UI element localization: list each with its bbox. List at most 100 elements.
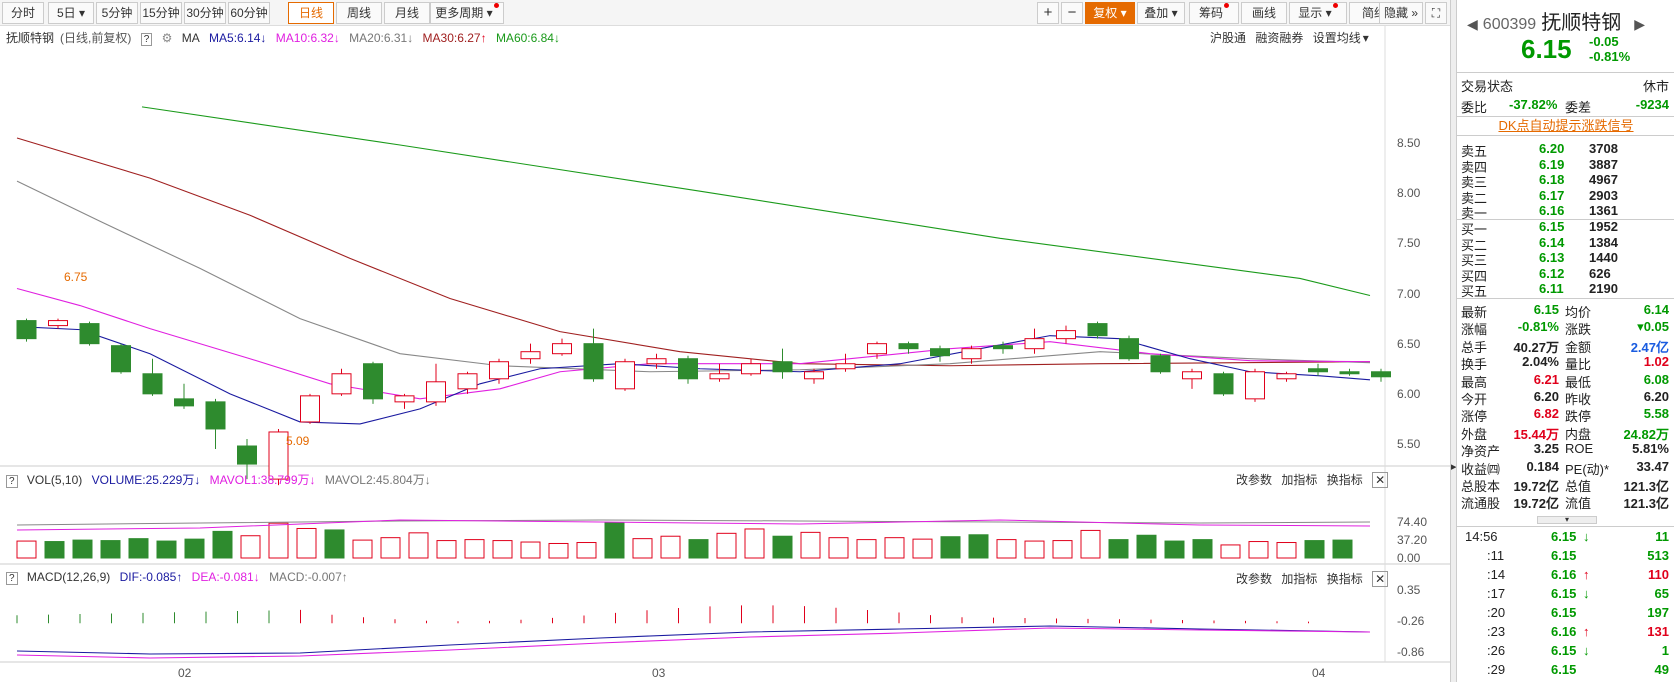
close-icon[interactable]: ✕: [1372, 571, 1389, 587]
fullscreen-button[interactable]: ⛶: [1425, 2, 1447, 24]
volume-bar: [44, 541, 65, 559]
stat-row: 总股本 19.72亿 总值 121.3亿: [1457, 476, 1674, 494]
volume-bar: [604, 522, 625, 559]
macd-title: MACD(12,26,9): [26, 570, 111, 584]
signal-link[interactable]: DK点自动提示涨跌信号: [1457, 116, 1674, 136]
margin-link[interactable]: 融资融券: [1255, 31, 1303, 45]
tick-row: :23 6.16 ↑ 131: [1457, 624, 1674, 640]
volume-bar: [828, 537, 849, 559]
period-5min-button[interactable]: 5分钟: [96, 2, 138, 24]
macd-params-button[interactable]: 改参数: [1236, 572, 1272, 586]
bid-volume: 626: [1589, 265, 1611, 281]
ask-row[interactable]: 卖四 6.19 3887: [1457, 157, 1674, 175]
volume-bar: [352, 539, 373, 559]
volume-bar: [1248, 541, 1269, 559]
ask-price: 6.17: [1539, 187, 1565, 203]
macd-add-indicator-button[interactable]: 加指标: [1281, 572, 1317, 586]
volume-bar: [1276, 542, 1297, 559]
help-icon[interactable]: ?: [6, 475, 18, 488]
chips-button[interactable]: 筹码: [1189, 2, 1239, 24]
period-30min-button[interactable]: 30分钟: [184, 2, 226, 24]
stat-label: 外盘: [1461, 426, 1488, 442]
vol-add-indicator-button[interactable]: 加指标: [1281, 473, 1317, 487]
chevron-down-icon: ▾: [1362, 31, 1369, 45]
overlay-button[interactable]: 叠加 ▾: [1137, 2, 1185, 24]
vol-params-button[interactable]: 改参数: [1236, 473, 1272, 487]
ask-row[interactable]: 卖三 6.18 4967: [1457, 172, 1674, 190]
stock-name: 抚顺特钢: [6, 31, 55, 45]
volume-bar: [1052, 540, 1073, 559]
ma-settings-link[interactable]: 设置均线: [1313, 31, 1361, 45]
next-stock-icon[interactable]: ▶: [1634, 16, 1645, 32]
period-5day-button[interactable]: 5日 ▾: [48, 2, 94, 24]
help-icon[interactable]: ?: [140, 33, 153, 46]
stat-value: 5.58: [1643, 406, 1669, 422]
bid-row[interactable]: 买四 6.12 626: [1457, 265, 1674, 284]
ask-row[interactable]: 卖一 6.16 1361: [1457, 203, 1674, 221]
tick-price: 6.15: [1551, 605, 1577, 620]
ask-row[interactable]: 卖二 6.17 2903: [1457, 187, 1674, 206]
tick-volume: 49: [1654, 662, 1669, 677]
period-fenshi-button[interactable]: 分时: [2, 2, 44, 24]
ma-label: MA: [181, 31, 200, 45]
stat-label: 净资产: [1461, 444, 1501, 460]
prev-stock-icon[interactable]: ◀: [1467, 16, 1478, 32]
bid-row[interactable]: 买二 6.14 1384: [1457, 234, 1674, 253]
stat-row: 今开 6.20 昨收 6.20: [1457, 389, 1674, 407]
ask-price: 6.18: [1539, 172, 1565, 188]
volume-bar: [156, 540, 177, 559]
zoom-out-button[interactable]: −: [1061, 2, 1083, 24]
bid-volume: 1440: [1589, 250, 1618, 266]
macd-tick: 0.35: [1397, 583, 1421, 597]
stat-row: 外盘 15.44万 内盘 24.82万: [1457, 424, 1674, 442]
period-daily-button[interactable]: 日线: [288, 2, 334, 24]
mavol2-line: [16, 519, 1371, 526]
draw-button[interactable]: 画线: [1241, 2, 1287, 24]
help-icon[interactable]: ?: [6, 572, 18, 585]
zoom-in-button[interactable]: +: [1037, 2, 1059, 24]
arrow-up-icon: ↑: [480, 31, 487, 45]
tick-volume: 131: [1647, 624, 1669, 639]
close-icon[interactable]: ✕: [1372, 472, 1389, 488]
period-monthly-button[interactable]: 月线: [384, 2, 430, 24]
stat-label: 涨幅: [1461, 322, 1488, 338]
bid-row[interactable]: 买三 6.13 1440: [1457, 250, 1674, 268]
stat-row: 涨停 6.82 跌停 5.58: [1457, 406, 1674, 424]
fuquan-button[interactable]: 复权 ▾: [1085, 2, 1135, 24]
volume-bar: [100, 540, 121, 559]
main-legend: 抚顺特钢 (日线,前复权) ? ⚙ MA MA5:6.14↓ MA10:6.32↓…: [6, 29, 566, 46]
more-periods-button[interactable]: 更多周期 ▾: [430, 2, 504, 24]
price-tick: 7.50: [1397, 236, 1421, 251]
period-weekly-button[interactable]: 周线: [336, 2, 382, 24]
ask-row[interactable]: 卖五 6.20 3708: [1457, 141, 1674, 159]
macd-tick: -0.86: [1397, 645, 1425, 659]
display-label: 显示: [1298, 6, 1323, 20]
bid-row[interactable]: 买一 6.15 1952: [1457, 219, 1674, 237]
stat-label: 涨跌: [1565, 322, 1592, 338]
date-tick: 03: [652, 666, 666, 680]
period-15min-button[interactable]: 15分钟: [140, 2, 182, 24]
weibi-label: 委比: [1461, 100, 1488, 115]
bid-price: 6.14: [1539, 234, 1565, 250]
trade-status-label: 交易状态: [1461, 79, 1514, 94]
period-60min-button[interactable]: 60分钟: [228, 2, 270, 24]
gear-icon[interactable]: ⚙: [162, 31, 173, 45]
tick-direction-icon: ↑: [1583, 567, 1590, 582]
stat-value: 6.15: [1533, 302, 1559, 317]
vol-tick: 37.20: [1397, 533, 1428, 547]
display-button[interactable]: 显示 ▾: [1289, 2, 1347, 24]
candle-body: [48, 320, 68, 327]
stat-value: 33.47: [1636, 458, 1669, 474]
arrow-down-icon: ↓: [260, 31, 267, 45]
candle-body: [489, 361, 509, 380]
hgt-link[interactable]: 沪股通: [1210, 31, 1246, 45]
volume-bar: [408, 532, 429, 559]
more-periods-label: 更多周期: [435, 6, 484, 20]
hide-button[interactable]: 隐藏 »: [1379, 2, 1423, 24]
stat-value: 1.02: [1643, 354, 1669, 370]
macd-switch-indicator-button[interactable]: 换指标: [1327, 572, 1363, 586]
expand-handle[interactable]: ▾: [1537, 516, 1597, 524]
bid-row[interactable]: 买五 6.11 2190: [1457, 281, 1674, 299]
vol-switch-indicator-button[interactable]: 换指标: [1327, 473, 1363, 487]
tick-price: 6.15: [1551, 586, 1577, 601]
